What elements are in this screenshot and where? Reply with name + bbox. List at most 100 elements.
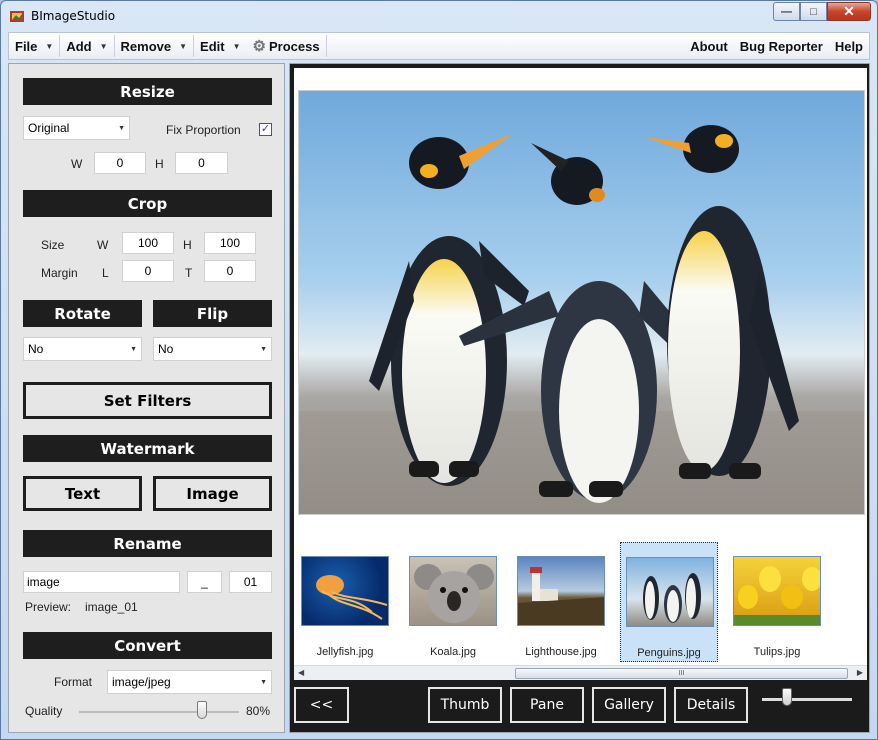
checkmark-icon: ✓ xyxy=(260,123,271,135)
thumbnail-scrollbar[interactable]: ◀ III ▶ xyxy=(294,665,867,680)
menu-edit-label: Edit xyxy=(200,38,225,54)
quality-slider-thumb[interactable] xyxy=(197,701,207,719)
maximize-icon: □ xyxy=(810,5,817,18)
resize-mode-select[interactable]: Original ▼ xyxy=(23,116,130,140)
thumbnail-lighthouse[interactable]: Lighthouse.jpg xyxy=(512,542,610,662)
quality-value: 80% xyxy=(246,704,271,718)
crop-top-input[interactable]: 0 xyxy=(204,260,256,282)
quality-label: Quality xyxy=(25,704,63,718)
menu-remove[interactable]: Remove ▼ xyxy=(115,33,194,59)
chevron-down-icon: ▼ xyxy=(118,125,125,132)
thumbnail-image xyxy=(301,556,389,626)
thumbnail-image xyxy=(409,556,497,626)
flip-select[interactable]: No ▼ xyxy=(153,337,272,361)
menu-file[interactable]: File ▼ xyxy=(9,33,59,59)
menu-edit[interactable]: Edit ▼ xyxy=(194,33,246,59)
crop-margin-label: Margin xyxy=(41,266,78,280)
maximize-button[interactable]: □ xyxy=(800,2,827,21)
menu-process[interactable]: ⚙ Process xyxy=(247,33,326,59)
rotate-value: No xyxy=(28,342,44,356)
watermark-text-button[interactable]: Text xyxy=(23,476,142,511)
set-filters-button[interactable]: Set Filters xyxy=(23,382,272,419)
format-value: image/jpeg xyxy=(112,675,171,689)
menu-process-label: Process xyxy=(268,38,320,54)
menu-separator xyxy=(325,35,327,57)
scrollbar-thumb[interactable]: III xyxy=(515,668,848,679)
lighthouse-illustration xyxy=(518,567,604,625)
crop-height-input[interactable]: 100 xyxy=(204,232,256,254)
thumbnail-image xyxy=(733,556,821,626)
menu-about[interactable]: About xyxy=(684,33,734,59)
rotate-header: Rotate xyxy=(23,300,142,327)
close-icon: ✕ xyxy=(843,3,855,19)
rotate-select[interactable]: No ▼ xyxy=(23,337,142,361)
crop-t-label: T xyxy=(185,266,193,280)
tulips-illustration xyxy=(734,566,820,625)
format-select[interactable]: image/jpeg ▼ xyxy=(107,670,272,694)
window-title: BImageStudio xyxy=(31,9,116,23)
menu-add[interactable]: Add ▼ xyxy=(60,33,113,59)
resize-width-input[interactable]: 0 xyxy=(94,152,146,174)
close-button[interactable]: ✕ xyxy=(827,2,871,21)
scroll-right-icon[interactable]: ▶ xyxy=(857,668,863,677)
resize-mode-value: Original xyxy=(28,121,70,135)
chevron-down-icon: ▼ xyxy=(179,41,188,51)
format-label: Format xyxy=(54,675,93,689)
penguins-thumbnail-illustration xyxy=(643,573,701,623)
crop-l-label: L xyxy=(102,266,109,280)
rename-name-input[interactable]: image xyxy=(23,571,180,593)
scroll-left-icon[interactable]: ◀ xyxy=(298,668,304,677)
thumbnail-koala[interactable]: Koala.jpg xyxy=(404,542,502,662)
menu-file-label: File xyxy=(15,38,38,54)
thumbnail-tulips[interactable]: Tulips.jpg xyxy=(728,542,826,662)
penguins-illustration xyxy=(299,91,864,514)
details-view-button[interactable]: Details xyxy=(674,687,748,723)
resize-h-label: H xyxy=(155,157,164,171)
thumbnail-name: Tulips.jpg xyxy=(753,646,801,658)
viewer-area: Jellyfish.jpg Koala.jpg Lighthouse.jpg P… xyxy=(294,68,867,680)
thumbnail-jellyfish[interactable]: Jellyfish.jpg xyxy=(296,542,394,662)
gear-icon: ⚙ xyxy=(252,38,266,55)
menu-help-label: Help xyxy=(834,38,863,54)
menu-right-group: About Bug Reporter Help xyxy=(684,33,869,59)
menu-bug-reporter-label: Bug Reporter xyxy=(739,38,823,54)
menu-bar: File ▼ Add ▼ Remove ▼ Edit ▼ ⚙ Process About … xyxy=(8,32,870,60)
crop-w-label: W xyxy=(97,238,109,252)
pane-view-button[interactable]: Pane xyxy=(510,687,584,723)
fix-proportion-checkbox[interactable]: ✓ xyxy=(259,123,272,136)
resize-height-input[interactable]: 0 xyxy=(175,152,228,174)
collapse-panel-button[interactable]: << xyxy=(294,687,349,723)
chevron-down-icon: ▼ xyxy=(260,679,267,686)
main-preview-image[interactable] xyxy=(298,90,865,515)
window-controls: — □ ✕ xyxy=(773,2,871,21)
minimize-button[interactable]: — xyxy=(773,2,800,21)
chevron-down-icon: ▼ xyxy=(45,41,54,51)
rename-start-input[interactable]: 01 xyxy=(229,571,272,593)
menu-help[interactable]: Help xyxy=(829,33,869,59)
watermark-image-button[interactable]: Image xyxy=(153,476,272,511)
jellyfish-illustration xyxy=(316,575,388,620)
chevron-down-icon: ▼ xyxy=(260,346,267,353)
zoom-slider-track[interactable] xyxy=(762,698,852,701)
zoom-slider-thumb[interactable] xyxy=(782,688,792,706)
chevron-down-icon: ▼ xyxy=(232,41,241,51)
minimize-icon: — xyxy=(781,5,792,18)
gallery-view-button[interactable]: Gallery xyxy=(592,687,666,723)
title-bar[interactable]: BImageStudio — □ ✕ xyxy=(1,1,877,31)
crop-width-input[interactable]: 100 xyxy=(122,232,174,254)
thumb-view-button[interactable]: Thumb xyxy=(428,687,502,723)
flip-header: Flip xyxy=(153,300,272,327)
chevron-down-icon: ▼ xyxy=(99,41,108,51)
rename-separator-input[interactable]: _ xyxy=(187,571,222,593)
menu-bug-reporter[interactable]: Bug Reporter xyxy=(734,33,829,59)
thumbnail-name: Penguins.jpg xyxy=(637,647,701,659)
settings-panel: Resize Original ▼ Fix Proportion ✓ W 0 H… xyxy=(8,63,285,733)
rename-preview-value: image_01 xyxy=(85,600,138,614)
menu-about-label: About xyxy=(690,38,728,54)
crop-h-label: H xyxy=(183,238,192,252)
quality-slider-track[interactable] xyxy=(79,711,239,713)
thumbnail-penguins[interactable]: Penguins.jpg xyxy=(620,542,718,662)
app-window: BImageStudio — □ ✕ File ▼ Add ▼ Remove ▼ Ed… xyxy=(0,0,878,740)
rename-header: Rename xyxy=(23,530,272,557)
crop-left-input[interactable]: 0 xyxy=(122,260,174,282)
